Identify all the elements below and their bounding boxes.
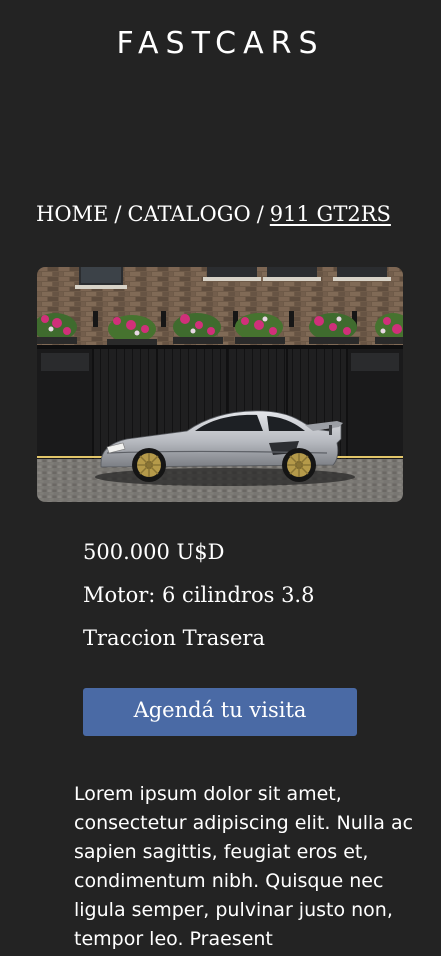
schedule-visit-button[interactable]: Agendá tu visita — [83, 688, 357, 736]
spec-list: 500.000 U$D Motor: 6 cilindros 3.8 Tracc… — [83, 538, 314, 667]
car-photo — [37, 267, 403, 502]
breadcrumb-catalog[interactable]: CATALOGO — [127, 202, 250, 226]
brand-logo[interactable]: FASTCARS — [0, 26, 441, 61]
drivetrain-spec: Traccion Trasera — [83, 626, 265, 650]
breadcrumb-current[interactable]: 911 GT2RS — [270, 202, 391, 226]
price: 500.000 U$D — [83, 540, 225, 564]
breadcrumb-separator: / — [256, 202, 264, 226]
breadcrumb: HOME / CATALOGO/911 GT2RS — [36, 202, 391, 226]
product-description: Lorem ipsum dolor sit amet, consectetur … — [74, 783, 414, 950]
breadcrumb-home[interactable]: HOME — [36, 202, 108, 226]
breadcrumb-separator: / — [114, 202, 122, 226]
product-page: FASTCARS HOME / CATALOGO/911 GT2RS 500.0… — [0, 0, 441, 956]
engine-spec: Motor: 6 cilindros 3.8 — [83, 583, 315, 607]
